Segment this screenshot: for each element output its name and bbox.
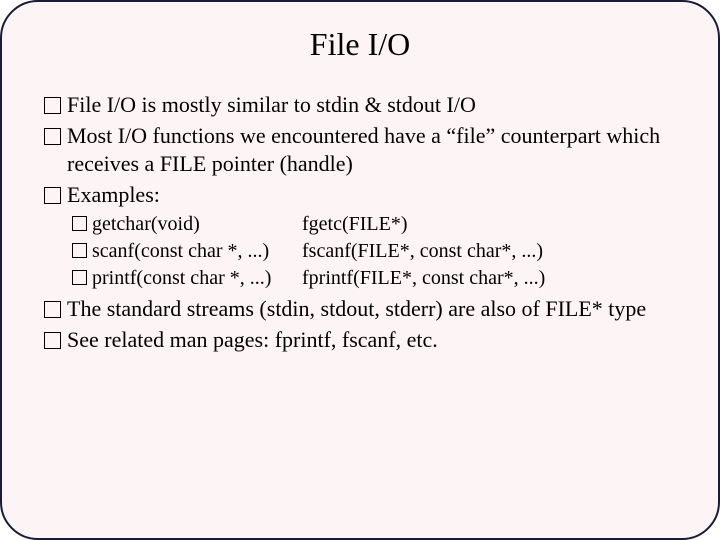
bullet-list: File I/O is mostly similar to stdin & st… — [44, 91, 676, 355]
bullet-item: Most I/O functions we encountered have a… — [44, 122, 676, 179]
bullet-item: Examples: — [44, 181, 676, 210]
example-stdio: printf(const char *, ...) — [92, 265, 302, 291]
square-bullet-icon — [72, 243, 87, 258]
bullet-item: See related man pages: fprintf, fscanf, … — [44, 326, 676, 355]
bullet-text: File I/O is mostly similar to stdin & st… — [67, 91, 676, 120]
slide-frame: File I/O File I/O is mostly similar to s… — [0, 0, 720, 540]
square-bullet-icon — [72, 270, 87, 285]
example-row: printf(const char *, ...) fprintf(FILE*,… — [72, 265, 676, 291]
square-bullet-icon — [72, 216, 87, 231]
example-fileio: fgetc(FILE*) — [302, 211, 676, 237]
bullet-text: Most I/O functions we encountered have a… — [67, 122, 676, 179]
example-fileio: fprintf(FILE*, const char*, ...) — [302, 265, 676, 291]
square-bullet-icon — [44, 187, 61, 204]
example-row: getchar(void) fgetc(FILE*) — [72, 211, 676, 237]
example-fileio: fscanf(FILE*, const char*, ...) — [302, 238, 676, 264]
bullet-text: Examples: — [67, 181, 676, 210]
square-bullet-icon — [44, 301, 61, 318]
square-bullet-icon — [44, 97, 61, 114]
square-bullet-icon — [44, 128, 61, 145]
example-stdio: scanf(const char *, ...) — [92, 238, 302, 264]
bullet-text: The standard streams (stdin, stdout, std… — [67, 295, 676, 324]
example-stdio: getchar(void) — [92, 211, 302, 237]
bullet-item: The standard streams (stdin, stdout, std… — [44, 295, 676, 324]
example-list: getchar(void) fgetc(FILE*) scanf(const c… — [72, 211, 676, 291]
bullet-text: See related man pages: fprintf, fscanf, … — [67, 326, 676, 355]
square-bullet-icon — [44, 332, 61, 349]
example-row: scanf(const char *, ...) fscanf(FILE*, c… — [72, 238, 676, 264]
bullet-item: File I/O is mostly similar to stdin & st… — [44, 91, 676, 120]
slide-title: File I/O — [44, 26, 676, 63]
